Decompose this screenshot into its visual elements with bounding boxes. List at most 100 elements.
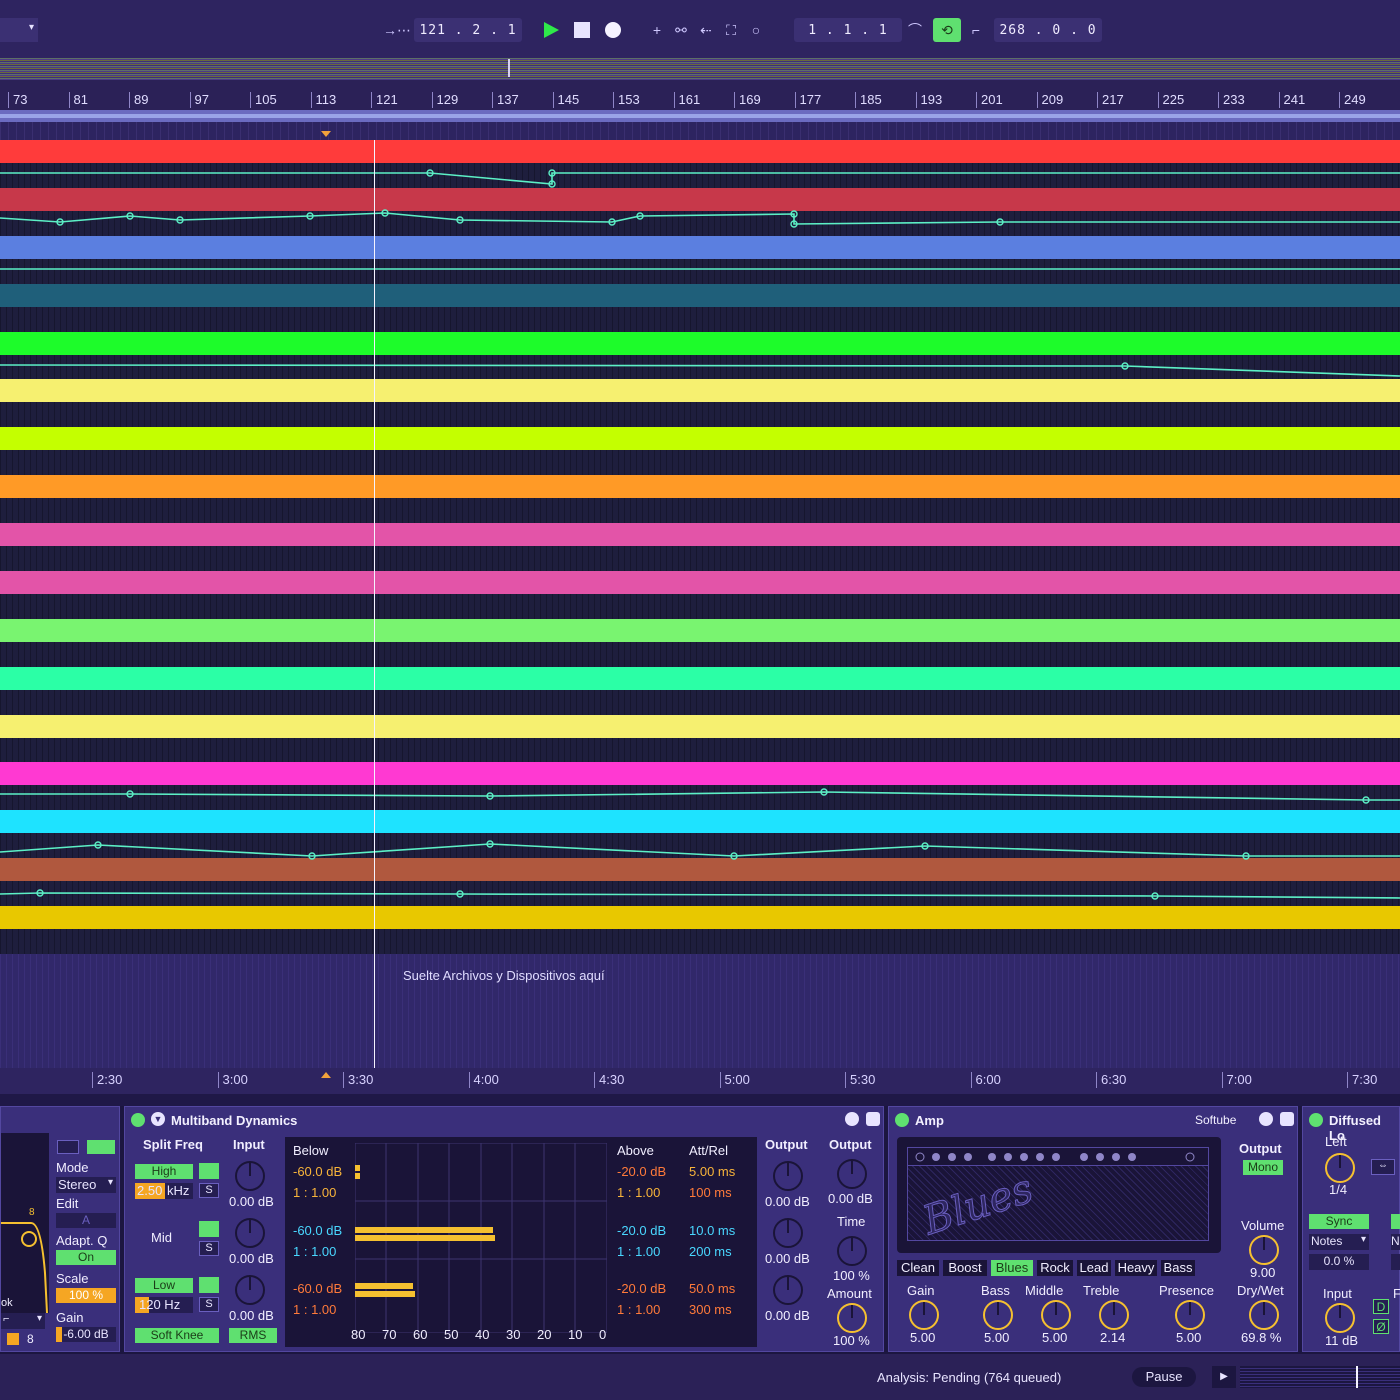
mid-solo-button[interactable]: S — [199, 1241, 219, 1256]
d-toggle[interactable]: D — [1373, 1299, 1389, 1314]
device-header[interactable]: Diffused Lo — [1303, 1107, 1399, 1143]
device-power-button[interactable] — [895, 1113, 909, 1127]
automation-line[interactable] — [0, 364, 1400, 377]
output-high-knob[interactable] — [773, 1161, 803, 1191]
automation-line[interactable] — [0, 212, 1400, 225]
device-power-button[interactable] — [131, 1113, 145, 1127]
phase-toggle[interactable]: Ø — [1373, 1319, 1389, 1334]
spectrum-icon[interactable] — [87, 1140, 115, 1154]
low-below-threshold[interactable]: -60.0 dB — [293, 1281, 342, 1296]
low-solo-button[interactable]: S — [199, 1297, 219, 1312]
mid-band-activator[interactable] — [199, 1221, 219, 1237]
right-offset-field[interactable] — [1391, 1254, 1400, 1270]
sync-toggle[interactable]: Sync — [1309, 1214, 1369, 1229]
low-band-toggle[interactable]: Low — [135, 1278, 193, 1293]
amp-gain-knob[interactable] — [909, 1300, 939, 1330]
time-ruler[interactable] — [0, 1068, 1400, 1094]
mid-above-threshold[interactable]: -20.0 dB — [617, 1223, 666, 1238]
play-preview-icon[interactable]: ▶ — [1212, 1366, 1236, 1388]
output-low-knob[interactable] — [773, 1275, 803, 1305]
link-icon[interactable]: ⇔ — [1371, 1159, 1395, 1175]
preview-waveform[interactable] — [1240, 1366, 1400, 1388]
high-band-toggle[interactable]: High — [135, 1164, 193, 1179]
arrangement-overview[interactable] — [0, 58, 1400, 80]
high-below-threshold[interactable]: -60.0 dB — [293, 1164, 342, 1179]
mid-above-ratio[interactable]: 1 : 1.00 — [617, 1244, 660, 1259]
follow-icon[interactable]: →⋯ — [383, 18, 411, 42]
low-above-threshold[interactable]: -20.0 dB — [617, 1281, 666, 1296]
amp-type-boost-button[interactable]: Boost — [943, 1260, 987, 1276]
amp-type-heavy-button[interactable]: Heavy — [1115, 1260, 1157, 1276]
hot-swap-icon[interactable] — [845, 1112, 859, 1126]
dynamics-display[interactable]: Below Above Att/Rel -60.0 dB 1 : 1.00 -2… — [285, 1137, 757, 1347]
high-above-ratio[interactable]: 1 : 1.00 — [617, 1185, 660, 1200]
right-sync-toggle[interactable] — [1391, 1214, 1400, 1229]
hot-swap-icon[interactable] — [1259, 1112, 1273, 1126]
eq-display[interactable] — [1, 1133, 49, 1314]
amp-presence-knob[interactable] — [1175, 1300, 1205, 1330]
pause-analysis-button[interactable]: Pause — [1132, 1367, 1196, 1387]
arrangement-position-field[interactable]: 121 . 2 . 1 — [414, 18, 522, 42]
punch-in-icon[interactable]: ⌒ — [904, 18, 926, 42]
automation-line[interactable] — [0, 172, 1400, 185]
automation-line[interactable] — [0, 843, 1400, 857]
amp-treble-knob[interactable] — [1099, 1300, 1129, 1330]
amp-type-clean-button[interactable]: Clean — [897, 1260, 939, 1276]
input-mid-knob[interactable] — [235, 1218, 265, 1248]
low-attack[interactable]: 50.0 ms — [689, 1281, 735, 1296]
device-header[interactable]: ▼ Multiband Dynamics — [125, 1107, 883, 1133]
save-preset-icon[interactable] — [1280, 1112, 1294, 1126]
adapt-q-toggle[interactable]: On — [56, 1250, 116, 1265]
loop-length-field[interactable]: 268 . 0 . 0 — [994, 18, 1102, 42]
high-below-ratio[interactable]: 1 : 1.00 — [293, 1185, 336, 1200]
start-marker[interactable] — [321, 131, 331, 137]
mid-attack[interactable]: 10.0 ms — [689, 1223, 735, 1238]
low-above-ratio[interactable]: 1 : 1.00 — [617, 1302, 660, 1317]
input-low-knob[interactable] — [235, 1275, 265, 1305]
scrub-area[interactable] — [0, 122, 1400, 140]
high-band-activator[interactable] — [199, 1163, 219, 1179]
add-icon[interactable]: + — [646, 18, 668, 42]
output-mid-knob[interactable] — [773, 1218, 803, 1248]
soft-knee-toggle[interactable]: Soft Knee — [135, 1328, 219, 1343]
high-above-threshold[interactable]: -20.0 dB — [617, 1164, 666, 1179]
amp-type-lead-button[interactable]: Lead — [1077, 1260, 1111, 1276]
stop-button[interactable] — [571, 18, 593, 42]
capture-icon[interactable]: ⛶ — [720, 18, 742, 42]
mode-select[interactable]: Stereo ▾ — [56, 1177, 116, 1193]
high-release[interactable]: 100 ms — [689, 1185, 732, 1200]
amp-type-blues-button[interactable]: Blues — [991, 1260, 1033, 1276]
loop-start-field[interactable]: 1 . 1 . 1 — [794, 18, 902, 42]
input-knob[interactable] — [1325, 1303, 1355, 1333]
high-attack[interactable]: 5.00 ms — [689, 1164, 735, 1179]
edit-switch[interactable]: A — [56, 1213, 116, 1228]
amount-knob[interactable] — [837, 1303, 867, 1333]
offset-field[interactable]: 0.0 % — [1309, 1254, 1369, 1270]
global-output-knob[interactable] — [837, 1159, 867, 1189]
automation-line[interactable] — [0, 791, 1400, 801]
amp-middle-knob[interactable] — [1041, 1300, 1071, 1330]
left-time-knob[interactable] — [1325, 1153, 1355, 1183]
play-button[interactable] — [540, 18, 562, 42]
dropdown-control[interactable]: ▾ — [0, 18, 38, 42]
mid-below-ratio[interactable]: 1 : 1.00 — [293, 1244, 336, 1259]
amp-bass-knob[interactable] — [983, 1300, 1013, 1330]
notes-select[interactable]: Notes ▾ — [1309, 1234, 1369, 1250]
amp-type-bass-button[interactable]: Bass — [1161, 1260, 1195, 1276]
right-notes-select[interactable]: N — [1391, 1234, 1400, 1250]
input-high-knob[interactable] — [235, 1161, 265, 1191]
session-record-icon[interactable]: ○ — [745, 18, 767, 42]
filter-type-select[interactable]: ⌐ ▾ — [1, 1313, 45, 1329]
scale-field[interactable]: 100 % — [56, 1288, 116, 1303]
volume-knob[interactable] — [1249, 1235, 1279, 1265]
automation-line[interactable] — [0, 892, 1400, 899]
low-band-activator[interactable] — [199, 1277, 219, 1293]
mid-below-threshold[interactable]: -60.0 dB — [293, 1223, 342, 1238]
mid-release[interactable]: 200 ms — [689, 1244, 732, 1259]
back-to-arrangement-icon[interactable]: ⇠ — [695, 18, 717, 42]
low-release[interactable]: 300 ms — [689, 1302, 732, 1317]
low-below-ratio[interactable]: 1 : 1.00 — [293, 1302, 336, 1317]
time-knob[interactable] — [837, 1236, 867, 1266]
amp-type-rock-button[interactable]: Rock — [1037, 1260, 1073, 1276]
panel-divider[interactable] — [0, 1094, 1400, 1106]
